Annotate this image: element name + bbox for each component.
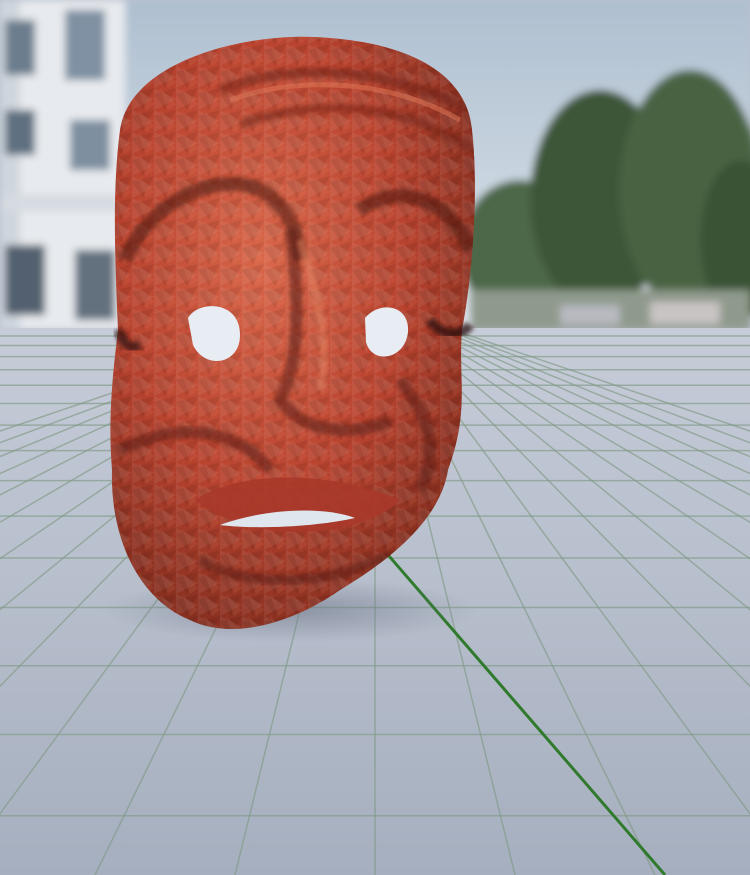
3d-scene	[0, 0, 750, 875]
render-viewport[interactable]	[0, 0, 750, 875]
building	[0, 0, 125, 330]
